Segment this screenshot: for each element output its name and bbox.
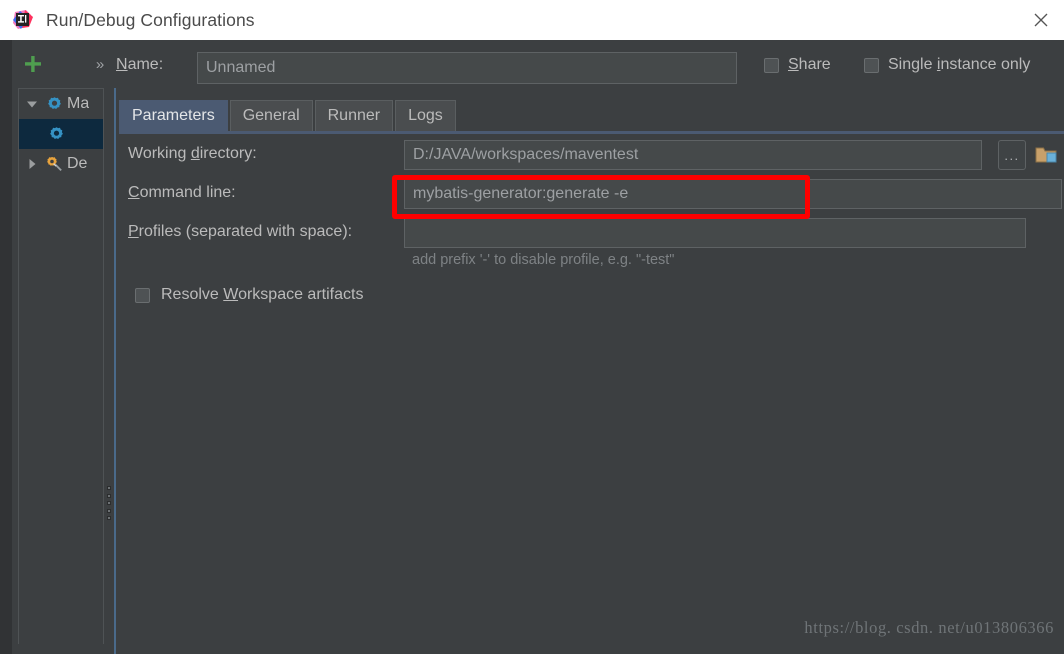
single-instance-checkbox[interactable] xyxy=(864,57,879,73)
wrench-gear-icon xyxy=(45,155,63,173)
editor-tabs[interactable]: Parameters General Runner Logs xyxy=(119,100,456,131)
profiles-hint: add prefix '-' to disable profile, e.g. … xyxy=(412,252,675,268)
wd-label-mnemonic: d xyxy=(190,145,200,162)
name-label: Name: xyxy=(116,56,163,74)
share-checkbox-row[interactable]: Share xyxy=(764,56,831,74)
parameters-form: Working directory: ... Command line: Pro… xyxy=(116,134,1064,654)
wd-label-a: Working xyxy=(128,145,191,162)
profiles-input[interactable] xyxy=(404,218,1026,248)
triangle-right-icon[interactable] xyxy=(23,155,41,173)
splitter-dot xyxy=(107,493,111,498)
resolve-workspace-artifacts-label: Resolve Workspace artifacts xyxy=(161,286,363,304)
add-configuration-button[interactable] xyxy=(18,50,48,78)
cl-label-mnemonic: C xyxy=(128,184,140,201)
splitter-dot xyxy=(107,516,111,520)
sidebar-item-defaults-label: De xyxy=(67,155,88,172)
share-checkbox[interactable] xyxy=(764,57,779,73)
single-instance-checkbox-label: Single instance only xyxy=(888,56,1030,74)
splitter-handle-dots[interactable] xyxy=(106,486,112,520)
left-edge-rail xyxy=(0,40,12,654)
name-label-mnemonic: N xyxy=(116,56,128,73)
share-checkbox-label: Share xyxy=(788,56,831,74)
resolve-workspace-artifacts-checkbox[interactable] xyxy=(135,287,150,303)
open-folder-button[interactable] xyxy=(1034,142,1060,168)
chevron-double-right-icon[interactable]: » xyxy=(88,52,112,76)
rw-label-b: orkspace artifacts xyxy=(238,286,364,303)
single-instance-checkbox-row[interactable]: Single instance only xyxy=(864,56,1030,74)
tab-parameters[interactable]: Parameters xyxy=(119,100,228,131)
tab-logs[interactable]: Logs xyxy=(395,100,456,131)
ellipsis-icon: ... xyxy=(1004,147,1020,163)
resolve-workspace-artifacts-row[interactable]: Resolve Workspace artifacts xyxy=(135,286,363,304)
intellij-idea-logo-icon xyxy=(12,9,34,31)
share-label-rest: hare xyxy=(798,56,831,73)
close-icon[interactable] xyxy=(1018,0,1064,40)
profiles-label: Profiles (separated with space): xyxy=(128,223,352,241)
working-directory-browse-button[interactable]: ... xyxy=(998,140,1026,170)
triangle-down-icon[interactable] xyxy=(23,95,41,113)
sidebar-item-maven-child[interactable] xyxy=(19,119,103,149)
sidebar-item-maven-label: Ma xyxy=(67,95,90,112)
working-directory-label: Working directory: xyxy=(128,145,257,163)
watermark-text: https://blog. csdn. net/u013806366 xyxy=(804,618,1054,637)
splitter-dot xyxy=(107,501,111,505)
single-label-rest: nstance only xyxy=(940,56,1031,73)
configuration-editor-panel: Parameters General Runner Logs Working d… xyxy=(116,88,1064,654)
configurations-tree[interactable]: Ma De xyxy=(18,88,104,644)
gear-icon xyxy=(45,95,63,113)
name-label-rest: ame: xyxy=(127,56,164,73)
splitter-dot xyxy=(107,508,111,513)
run-debug-configurations-dialog: Run/Debug Configurations » Name: Share xyxy=(0,0,1064,654)
cl-label-b: ommand line: xyxy=(139,184,236,201)
share-mnemonic: S xyxy=(788,56,799,73)
sidebar-item-maven[interactable]: Ma xyxy=(19,89,103,119)
rw-label-mnemonic: W xyxy=(223,286,239,303)
tab-general[interactable]: General xyxy=(229,100,313,131)
command-line-label: Command line: xyxy=(128,184,236,202)
pf-label-mnemonic: P xyxy=(128,223,139,240)
tab-runner[interactable]: Runner xyxy=(314,100,394,131)
window-titlebar: Run/Debug Configurations xyxy=(0,0,1064,40)
gear-icon xyxy=(47,125,65,143)
folder-icon xyxy=(1035,144,1059,166)
configuration-name-input[interactable] xyxy=(197,52,737,84)
sidebar-item-defaults[interactable]: De xyxy=(19,149,103,179)
single-label-a: Single xyxy=(888,56,937,73)
command-line-input[interactable] xyxy=(404,179,1062,209)
splitter-dot xyxy=(107,486,111,490)
plus-icon xyxy=(22,53,44,75)
rw-label-a: Resolve xyxy=(161,286,224,303)
dialog-toolbar: » Name: Share Single instance only xyxy=(12,40,1064,88)
pf-label-b: rofiles (separated with space): xyxy=(138,223,353,240)
wd-label-b: irectory: xyxy=(199,145,257,162)
window-title: Run/Debug Configurations xyxy=(46,9,255,30)
sidebar-splitter[interactable] xyxy=(104,88,114,654)
working-directory-input[interactable] xyxy=(404,140,982,170)
